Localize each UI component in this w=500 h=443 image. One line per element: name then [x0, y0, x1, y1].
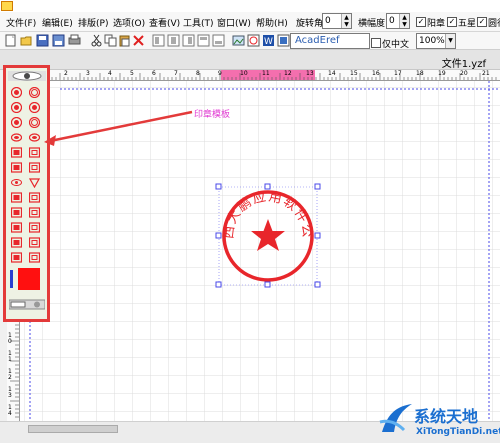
- watermark-name: 系统天地: [414, 407, 479, 426]
- site-logo-icon: [379, 404, 412, 432]
- annotation-arrow: [44, 110, 193, 146]
- watermark-url: XiTongTianDi.net: [416, 427, 500, 437]
- site-watermark: 系统天地 XiTongTianDi.net: [376, 400, 500, 443]
- annotation-label: 印章模板: [194, 110, 231, 120]
